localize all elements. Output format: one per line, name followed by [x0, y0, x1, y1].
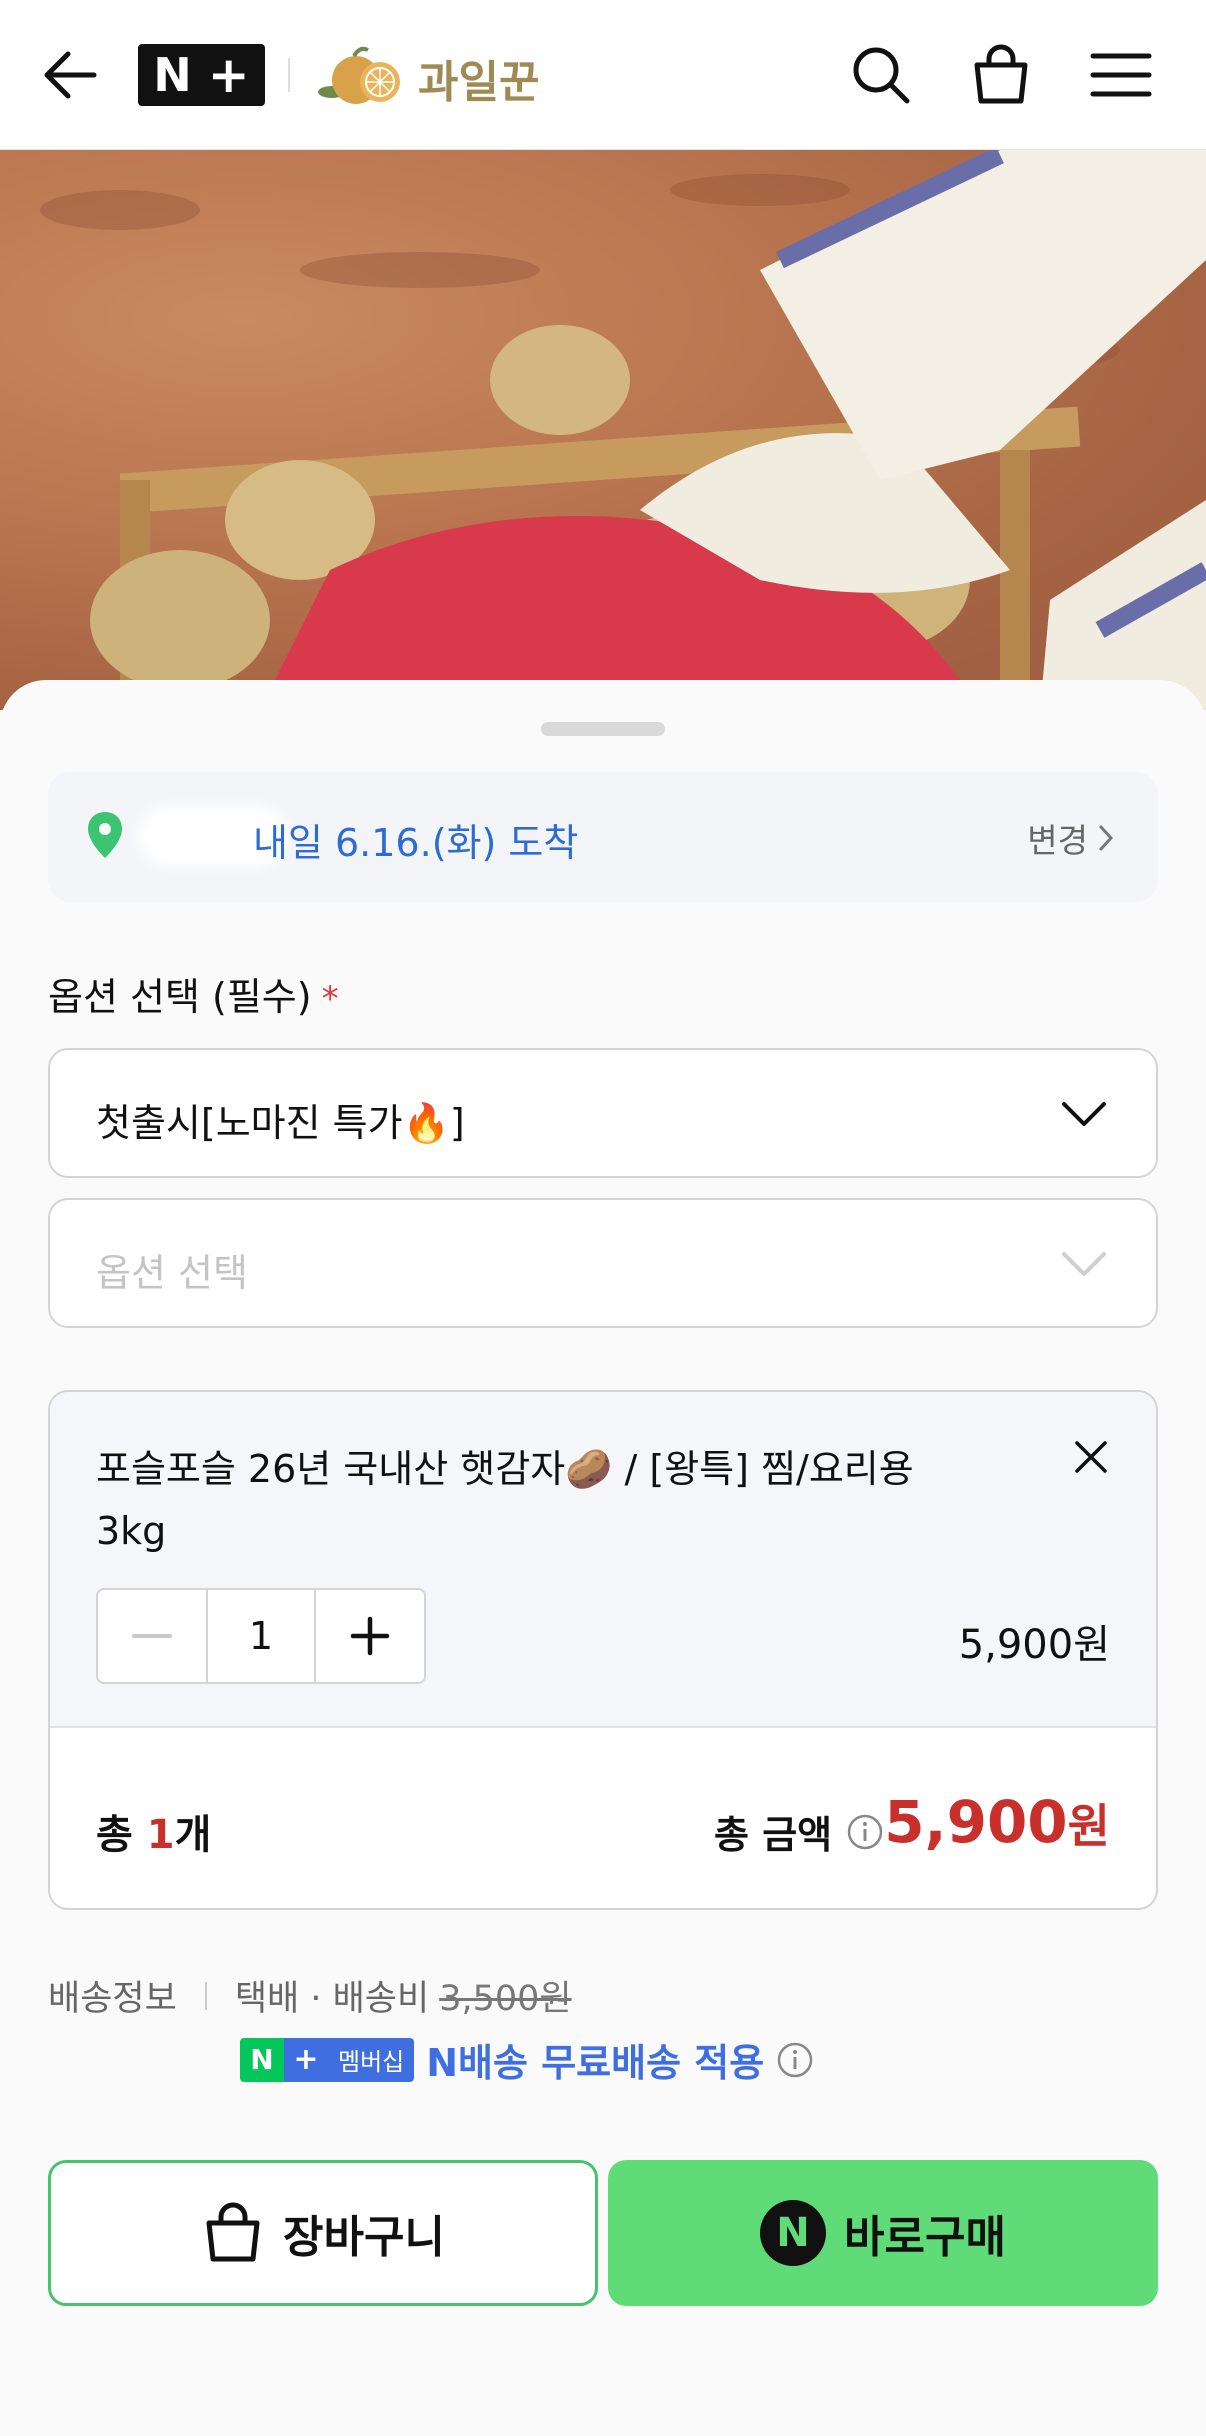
option-select-2[interactable]: 옵션 선택: [48, 1198, 1158, 1328]
product-hero-image: [0, 150, 1206, 710]
add-to-cart-button[interactable]: 장바구니: [48, 2160, 598, 2306]
total-amount-text: 총 금액: [714, 1813, 833, 1857]
logo-plus: +: [207, 46, 250, 104]
badge-n: N: [240, 2037, 284, 2082]
store-name[interactable]: 과일꾼: [418, 46, 539, 110]
shipping-info-row: 배송정보 택배 · 배송비 3,500원: [48, 1970, 572, 2021]
option-select-1[interactable]: 첫출시[노마진 특가🔥]: [48, 1048, 1158, 1178]
chevron-down-icon: [1060, 1100, 1108, 1132]
option-select-placeholder: 옵션 선택: [96, 1251, 248, 1295]
close-icon[interactable]: [1074, 1440, 1108, 1478]
badge-plus: +: [284, 2037, 328, 2082]
original-shipping-fee: 3,500원: [439, 1979, 572, 2019]
buy-button-label: 바로구매: [844, 2212, 1006, 2263]
arrival-date-text: 내일 6.16.(화) 도착: [253, 821, 579, 865]
total-amount-unit: 원: [1067, 1799, 1110, 1853]
shipping-divider: [204, 1981, 207, 2010]
shipping-label: 배송정보: [48, 1979, 177, 2019]
total-count-number: 1: [146, 1812, 175, 1858]
buy-now-button[interactable]: N 바로구매: [608, 2160, 1158, 2306]
plus-icon: [350, 1616, 390, 1656]
total-count-suffix: 개: [174, 1812, 212, 1858]
naver-pay-n-icon: N: [760, 2200, 827, 2266]
change-address-link[interactable]: 변경: [1027, 814, 1114, 862]
increase-quantity-button[interactable]: [316, 1590, 424, 1682]
selected-item-card: 포슬포슬 26년 국내산 햇감자🥔 / [왕특] 찜/요리용 3kg 1 5,9…: [48, 1390, 1158, 1910]
shipping-method: 택배 · 배송비: [234, 1979, 430, 2019]
cart-button-label: 장바구니: [283, 2212, 445, 2263]
total-amount-value: 5,900원: [884, 1788, 1110, 1856]
shopping-bag-icon: [206, 2202, 260, 2262]
chevron-down-icon: [1060, 1250, 1108, 1282]
info-icon[interactable]: [776, 2041, 814, 2079]
selected-item-detail: 포슬포슬 26년 국내산 햇감자🥔 / [왕특] 찜/요리용 3kg 1 5,9…: [50, 1392, 1156, 1728]
total-amount-number: 5,900: [884, 1788, 1068, 1856]
location-pin-icon: [86, 810, 124, 864]
change-label: 변경: [1027, 821, 1088, 860]
info-icon[interactable]: [846, 1813, 884, 1851]
purchase-bottom-sheet: 내일 6.16.(화) 도착 변경 옵션 선택 (필수) * 첫출시[노마진 특가…: [0, 680, 1206, 2436]
sheet-drag-handle[interactable]: [541, 722, 665, 736]
search-icon[interactable]: [846, 40, 916, 110]
badge-text: 멤버십: [328, 2037, 415, 2082]
option-title-text: 옵션 선택 (필수): [48, 975, 312, 1019]
hamburger-menu-icon[interactable]: [1086, 40, 1156, 110]
selected-item-name: 포슬포슬 26년 국내산 햇감자🥔 / [왕특] 찜/요리용 3kg: [96, 1447, 914, 1553]
free-shipping-benefit: N배송 무료배송 적용: [426, 2041, 765, 2085]
naver-plus-logo[interactable]: N +: [138, 44, 265, 106]
shopping-bag-icon[interactable]: [966, 40, 1036, 110]
required-mark: *: [321, 979, 339, 1019]
logo-n: N: [153, 48, 192, 102]
minus-icon: [132, 1634, 172, 1638]
total-count: 총 1개: [96, 1802, 211, 1860]
decrease-quantity-button[interactable]: [98, 1590, 206, 1682]
selected-option-value: 첫출시[노마진 특가🔥]: [96, 1101, 465, 1145]
option-section-title: 옵션 선택 (필수) *: [48, 966, 339, 1021]
store-fruit-logo-icon[interactable]: [314, 40, 414, 110]
header-divider: [288, 58, 290, 92]
total-count-prefix: 총: [96, 1812, 147, 1858]
quantity-value[interactable]: 1: [206, 1590, 316, 1682]
chevron-right-icon: [1099, 825, 1114, 851]
top-nav-bar: N + 과일꾼: [0, 0, 1206, 150]
total-amount-label: 총 금액: [714, 1804, 884, 1859]
membership-benefit-row: N + 멤버십 N배송 무료배송 적용: [240, 2032, 814, 2087]
item-price: 5,900원: [958, 1622, 1110, 1668]
back-arrow-icon[interactable]: [40, 45, 100, 105]
naver-membership-badge: N + 멤버십: [240, 2037, 415, 2082]
delivery-estimate-card: 내일 6.16.(화) 도착 변경: [48, 772, 1158, 902]
quantity-stepper: 1: [96, 1588, 426, 1684]
